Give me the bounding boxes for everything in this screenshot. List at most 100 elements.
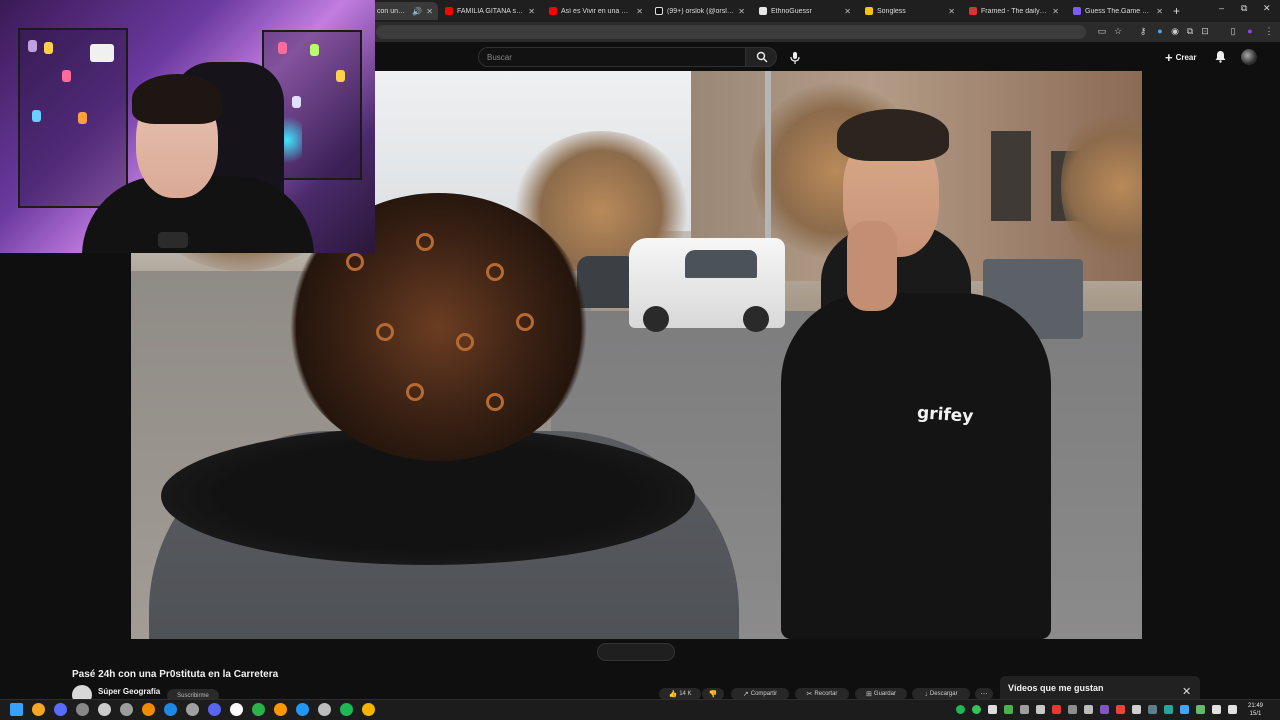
extension-blue-icon[interactable]: ● <box>1155 26 1165 36</box>
key-icon[interactable]: ⚷ <box>1138 26 1148 36</box>
app-settings-icon[interactable] <box>76 703 89 716</box>
app-edge-like-icon[interactable] <box>164 703 177 716</box>
app-cube-icon[interactable] <box>274 703 287 716</box>
app-arrow-icon[interactable] <box>98 703 111 716</box>
tray-icon-15[interactable] <box>1180 705 1189 714</box>
more-icon: ⋯ <box>980 691 988 698</box>
bookmark-star-icon[interactable]: ☆ <box>1113 26 1123 36</box>
tab-close-icon[interactable]: ✕ <box>738 7 745 16</box>
tab-current-video[interactable]: con una Pr0 🔊 ✕ <box>372 2 438 20</box>
tray-icon-10[interactable] <box>1100 705 1109 714</box>
download-icon: ↓ <box>924 690 928 698</box>
tray-icon-6[interactable] <box>1036 705 1045 714</box>
pin-icon[interactable]: ⊡ <box>1200 26 1210 36</box>
account-avatar[interactable] <box>1241 49 1257 65</box>
tab-close-icon[interactable]: ✕ <box>948 7 955 16</box>
tray-icon-9[interactable] <box>1084 705 1093 714</box>
youtube-favicon-icon <box>445 7 453 15</box>
app-discord-icon[interactable] <box>208 703 221 716</box>
app-tiktok-icon[interactable] <box>230 703 243 716</box>
save-icon: ⊞ <box>866 691 872 698</box>
tab-close-icon[interactable]: ✕ <box>1052 7 1059 16</box>
app-box-icon[interactable] <box>120 703 133 716</box>
extensions-puzzle-icon[interactable]: ⧉ <box>1185 26 1195 36</box>
clock-time: 21:49 <box>1248 703 1264 709</box>
tray-spotify-icon[interactable] <box>956 705 965 714</box>
tab-close-icon[interactable]: ✕ <box>636 7 643 16</box>
tab-title: EthnoGuessr <box>771 7 812 15</box>
wifi-icon[interactable] <box>1212 705 1221 714</box>
plus-icon: + <box>1165 50 1173 65</box>
close-window-button[interactable]: ✕ <box>1263 3 1271 14</box>
tab-familia-gitana[interactable]: FAMILIA GITANA se enfre ✕ <box>440 2 540 20</box>
tab-ethnoguessr[interactable]: EthnoGuessr ✕ <box>754 2 856 20</box>
translate-icon[interactable]: ◉ <box>1170 26 1180 36</box>
volume-icon[interactable] <box>1228 705 1237 714</box>
guessthegame-favicon-icon <box>1073 7 1081 15</box>
profile-icon[interactable]: ● <box>1245 26 1255 36</box>
notifications-bell-icon[interactable] <box>1214 50 1227 63</box>
player-controls-pill[interactable] <box>597 643 675 661</box>
app-v-icon[interactable] <box>54 703 67 716</box>
sidebar-icon[interactable]: ▯ <box>1228 26 1238 36</box>
app-loop-icon[interactable] <box>318 703 331 716</box>
app-steam-icon[interactable] <box>186 703 199 716</box>
tab-close-icon[interactable]: ✕ <box>426 7 433 16</box>
download-label: Descargar <box>929 691 958 697</box>
create-button[interactable]: + Crear <box>1165 50 1197 65</box>
share-icon: ↗ <box>742 691 749 698</box>
search-icon[interactable] <box>32 703 45 716</box>
minimize-button[interactable]: – <box>1219 3 1224 13</box>
tray-green-icon[interactable] <box>972 705 981 714</box>
clock-date: 15/1 <box>1249 711 1262 717</box>
tab-close-icon[interactable]: ✕ <box>1156 7 1163 16</box>
tab-asi-es-vivir[interactable]: Así es Vivir en una CASA ✕ <box>544 2 648 20</box>
songless-favicon-icon <box>865 7 873 15</box>
tray-icon-11[interactable] <box>1116 705 1125 714</box>
tray-icon-3[interactable] <box>988 705 997 714</box>
tray-icon-12[interactable] <box>1132 705 1141 714</box>
tab-tiktok-orslok[interactable]: (99+) orslok (@orslokx) | T ✕ <box>650 2 750 20</box>
menu-kebab-icon[interactable]: ⋮ <box>1264 26 1274 36</box>
app-green-icon[interactable] <box>252 703 265 716</box>
new-tab-button[interactable]: + <box>1173 4 1180 18</box>
clip-label: Recortar <box>814 691 838 697</box>
tray-icon-14[interactable] <box>1164 705 1173 714</box>
tab-guess-the-game[interactable]: Guess The.Game #1342 ✕ <box>1068 2 1168 20</box>
tab-title: con una Pr0 <box>377 7 409 15</box>
search-input[interactable]: Buscar <box>478 47 746 67</box>
like-icon: 👍 <box>668 691 678 698</box>
maximize-button[interactable]: ⧉ <box>1241 3 1247 14</box>
tray-icon-8[interactable] <box>1068 705 1077 714</box>
create-label: Crear <box>1175 53 1197 62</box>
app-file-icon[interactable] <box>142 703 155 716</box>
app-chrome-icon[interactable] <box>362 703 375 716</box>
dislike-icon: 👎 <box>708 691 718 698</box>
search-button[interactable] <box>745 47 777 67</box>
tab-songless[interactable]: Songless ✕ <box>860 2 960 20</box>
tiktok-favicon-icon <box>655 7 663 15</box>
windows-start-icon[interactable] <box>10 703 23 716</box>
video-man-hoodie <box>781 293 1051 639</box>
cast-icon[interactable]: ▭ <box>1097 26 1107 36</box>
tab-close-icon[interactable]: ✕ <box>528 7 535 16</box>
tab-title: Así es Vivir en una CASA <box>561 7 632 15</box>
taskbar-clock[interactable]: 21:49 15/1 <box>1248 702 1263 718</box>
tray-icon-13[interactable] <box>1148 705 1157 714</box>
tray-icon-5[interactable] <box>1020 705 1029 714</box>
app-refresh-icon[interactable] <box>296 703 309 716</box>
tray-icon-4[interactable] <box>1004 705 1013 714</box>
ethnoguessr-favicon-icon <box>759 7 767 15</box>
app-spotify-icon[interactable] <box>340 703 353 716</box>
microphone-icon[interactable] <box>788 51 802 65</box>
tab-close-icon[interactable]: ✕ <box>844 7 851 16</box>
tray-icon-16[interactable] <box>1196 705 1205 714</box>
tab-title: (99+) orslok (@orslokx) | T <box>667 7 735 15</box>
tab-framed[interactable]: Framed - The daily movie ✕ <box>964 2 1064 20</box>
tray-icon-7[interactable] <box>1052 705 1061 714</box>
toast-close-button[interactable]: ✕ <box>1182 685 1191 698</box>
audio-icon[interactable]: 🔊 <box>412 7 422 16</box>
address-bar[interactable] <box>376 25 1086 39</box>
video-title: Pasé 24h con una Pr0stituta en la Carret… <box>72 669 279 680</box>
channel-name[interactable]: Súper Geografía <box>98 687 160 696</box>
